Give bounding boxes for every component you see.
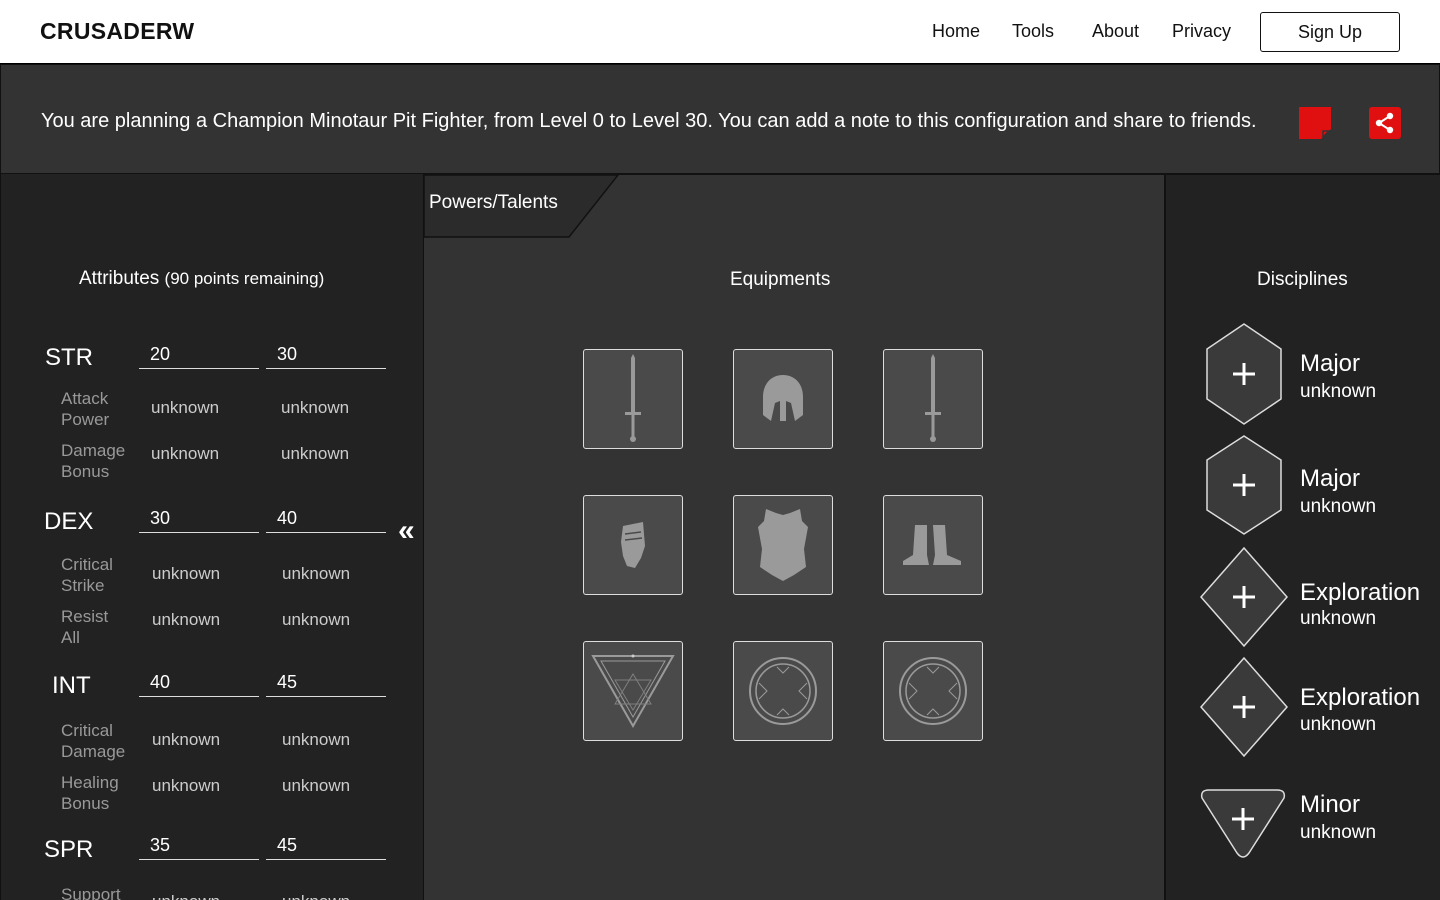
support-to: unknown bbox=[282, 892, 350, 900]
note-icon[interactable] bbox=[1299, 107, 1331, 139]
equip-slot-weapon[interactable] bbox=[583, 349, 683, 449]
discipline-slot-major-2[interactable] bbox=[1206, 435, 1282, 540]
discipline-name-exploration-2: Exploration bbox=[1300, 684, 1421, 711]
damage-bonus-from: unknown bbox=[151, 444, 220, 463]
ring-icon bbox=[899, 657, 967, 725]
tab-powers-talents[interactable]: Powers/Talents bbox=[423, 174, 620, 244]
discipline-value-exploration-2: unknown bbox=[1300, 714, 1377, 735]
attack-power-from: unknown bbox=[151, 398, 220, 417]
attr-name-dex: DEX bbox=[44, 508, 94, 535]
discipline-slot-major-1[interactable] bbox=[1206, 323, 1282, 430]
discipline-name-minor: Minor bbox=[1300, 791, 1361, 818]
support-from: unknown bbox=[152, 892, 220, 900]
attr-name-str: STR bbox=[45, 344, 93, 371]
boots-icon bbox=[903, 525, 961, 565]
resist-all-to: unknown bbox=[282, 610, 351, 629]
critical-damage-to: unknown bbox=[282, 730, 351, 749]
healing-bonus-from: unknown bbox=[152, 776, 221, 795]
equip-slot-ring-1[interactable] bbox=[733, 641, 833, 741]
attr-name-spr: SPR bbox=[44, 836, 94, 863]
critical-strike-from: unknown bbox=[152, 564, 221, 583]
brand-logo[interactable]: CRUSADERW bbox=[40, 18, 194, 45]
discipline-slot-next[interactable] bbox=[1199, 896, 1287, 900]
ring-icon bbox=[749, 657, 817, 725]
discipline-slot-exploration-1[interactable] bbox=[1200, 546, 1288, 652]
equip-slot-gloves[interactable] bbox=[583, 495, 683, 595]
info-bar: You are planning a Champion Minotaur Pit… bbox=[0, 64, 1440, 174]
discipline-slot-minor[interactable] bbox=[1199, 789, 1287, 864]
str-to-input[interactable] bbox=[266, 341, 386, 369]
discipline-slot-exploration-2[interactable] bbox=[1200, 656, 1288, 762]
attributes-title: Attributes (90 points remaining) bbox=[79, 268, 324, 290]
equip-slot-offhand[interactable] bbox=[883, 349, 983, 449]
diamond-icon bbox=[1200, 656, 1288, 758]
nav-link-privacy[interactable]: Privacy bbox=[1172, 21, 1231, 42]
resist-all-from: unknown bbox=[152, 610, 221, 629]
discipline-name-major-1: Major bbox=[1300, 350, 1361, 377]
equip-slot-ring-2[interactable] bbox=[883, 641, 983, 741]
collapse-left-chevron-icon[interactable]: « bbox=[398, 514, 415, 548]
equipment-panel: Powers/Talents Equipments bbox=[423, 174, 1186, 900]
int-to-input[interactable] bbox=[266, 669, 386, 697]
equip-slot-helmet[interactable] bbox=[733, 349, 833, 449]
str-from-input[interactable] bbox=[139, 341, 259, 369]
discipline-name-major-2: Major bbox=[1300, 465, 1361, 492]
attack-power-to: unknown bbox=[281, 398, 350, 417]
damage-bonus-label: Damage Bonus bbox=[61, 441, 126, 481]
support-label: Support bbox=[61, 885, 121, 900]
discipline-value-exploration-1: unknown bbox=[1300, 608, 1377, 629]
points-remaining: (90 points remaining) bbox=[164, 269, 325, 288]
discipline-value-major-1: unknown bbox=[1300, 381, 1377, 402]
disciplines-panel: Disciplines Major unknown Major unknown … bbox=[1166, 174, 1440, 900]
equip-slot-boots[interactable] bbox=[883, 495, 983, 595]
critical-damage-label: Critical Damage bbox=[61, 721, 126, 761]
gauntlet-icon bbox=[621, 522, 645, 568]
discipline-value-minor: unknown bbox=[1300, 822, 1377, 843]
diamond-icon bbox=[1200, 546, 1288, 648]
attr-name-int: INT bbox=[52, 672, 91, 699]
top-nav: CRUSADERW Home Tools About Privacy Sign … bbox=[0, 0, 1440, 64]
equip-slot-chest[interactable] bbox=[733, 495, 833, 595]
disciplines-title: Disciplines bbox=[1257, 269, 1348, 290]
helmet-icon bbox=[763, 375, 803, 421]
healing-bonus-label: Healing Bonus bbox=[61, 773, 119, 813]
attack-power-label: Attack Power bbox=[61, 389, 110, 429]
damage-bonus-to: unknown bbox=[281, 444, 350, 463]
spr-to-input[interactable] bbox=[266, 832, 386, 860]
nav-link-tools[interactable]: Tools bbox=[1012, 21, 1054, 42]
shield-icon bbox=[1200, 789, 1286, 858]
share-icon[interactable] bbox=[1369, 107, 1401, 139]
attributes-panel: Attributes (90 points remaining) STR Att… bbox=[0, 174, 424, 900]
hexagon-icon bbox=[1206, 435, 1282, 535]
dex-from-input[interactable] bbox=[139, 505, 259, 533]
equip-slot-amulet[interactable] bbox=[583, 641, 683, 741]
critical-damage-from: unknown bbox=[152, 730, 221, 749]
nav-link-about[interactable]: About bbox=[1092, 21, 1139, 42]
discipline-name-exploration-1: Exploration bbox=[1300, 579, 1421, 606]
attributes-title-text: Attributes bbox=[79, 268, 160, 289]
critical-strike-to: unknown bbox=[282, 564, 351, 583]
spr-from-input[interactable] bbox=[139, 832, 259, 860]
signup-button[interactable]: Sign Up bbox=[1260, 12, 1400, 52]
resist-all-label: Resist All bbox=[61, 607, 109, 647]
dex-to-input[interactable] bbox=[266, 505, 386, 533]
nav-link-home[interactable]: Home bbox=[932, 21, 980, 42]
equipments-title: Equipments bbox=[730, 269, 831, 290]
hexagon-icon bbox=[1206, 323, 1282, 425]
critical-strike-label: Critical Strike bbox=[61, 555, 113, 595]
sword-icon bbox=[625, 354, 641, 442]
sword-icon bbox=[925, 354, 941, 442]
triangle-sigil-icon bbox=[591, 654, 675, 728]
tab-powers-talents-label: Powers/Talents bbox=[429, 192, 558, 213]
discipline-value-major-2: unknown bbox=[1300, 496, 1377, 517]
chestplate-icon bbox=[758, 509, 808, 581]
plan-description: You are planning a Champion Minotaur Pit… bbox=[41, 110, 1257, 132]
int-from-input[interactable] bbox=[139, 669, 259, 697]
healing-bonus-to: unknown bbox=[282, 776, 351, 795]
